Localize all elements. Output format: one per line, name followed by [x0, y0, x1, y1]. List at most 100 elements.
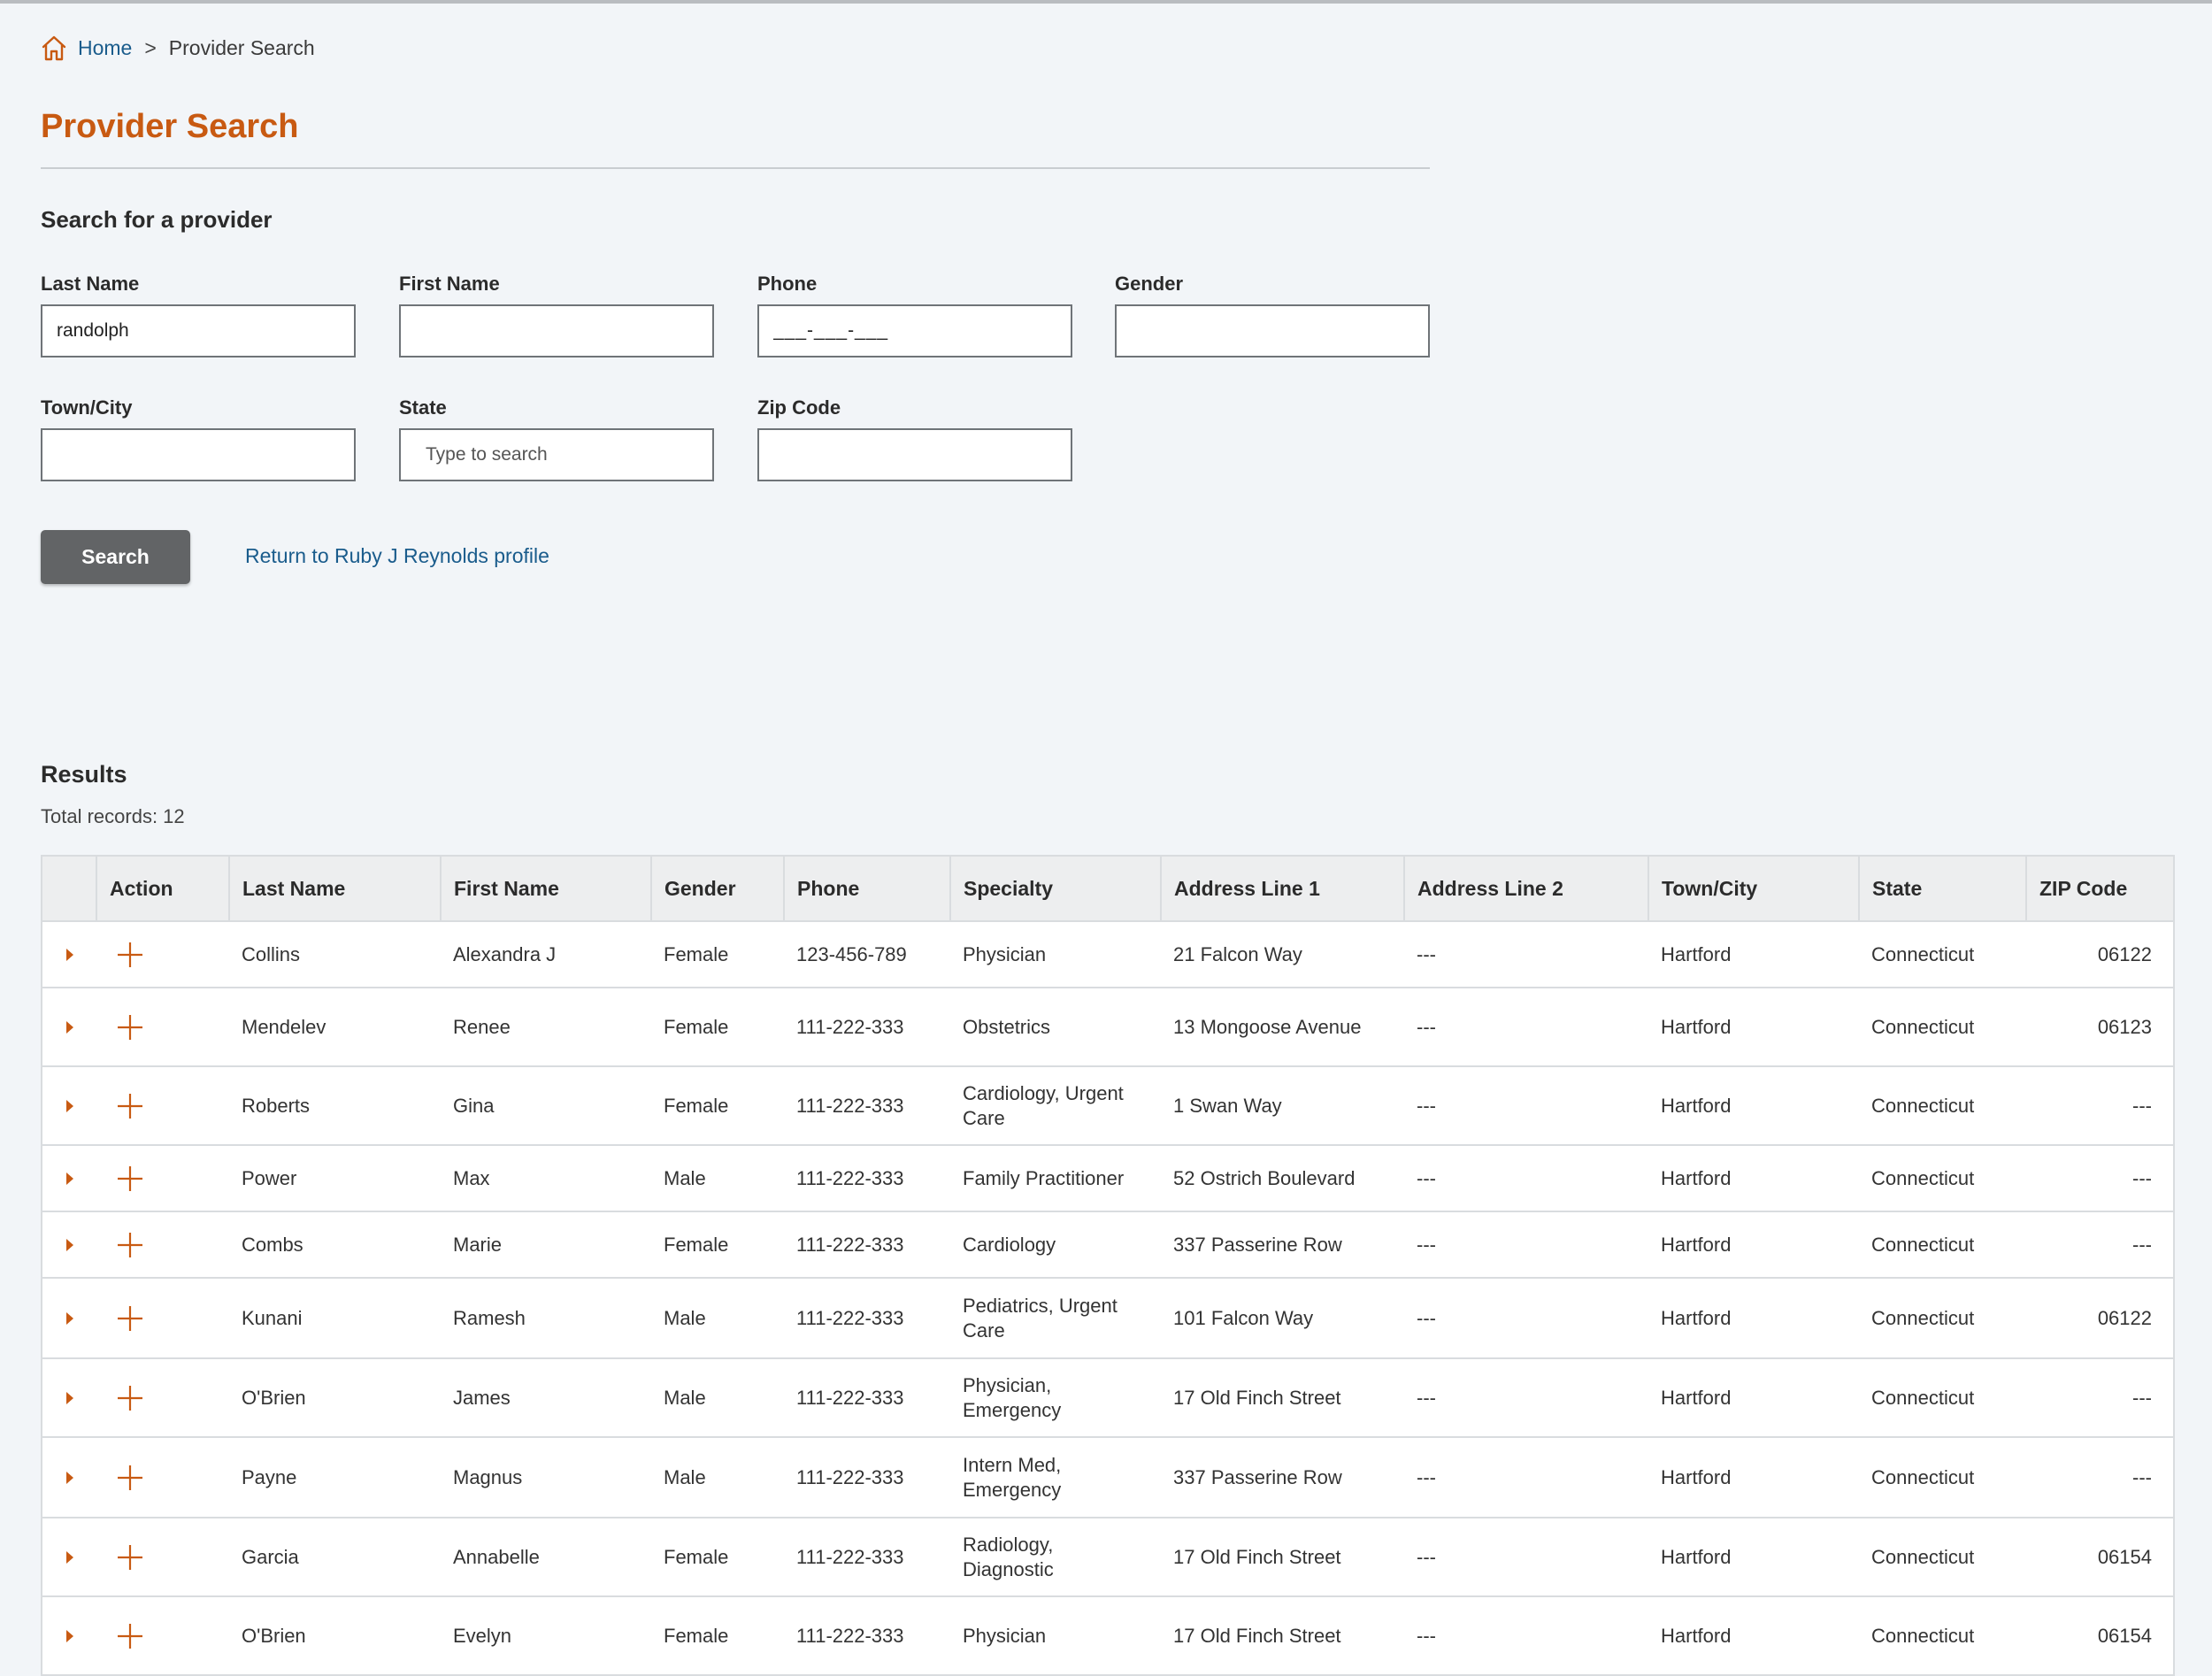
column-header-address-line-1[interactable]: Address Line 1 — [1160, 855, 1405, 922]
cell-last-name: Payne — [229, 1436, 441, 1518]
cell-zip-code: 06122 — [2026, 920, 2175, 988]
cell-town-city: Hartford — [1648, 987, 1859, 1067]
expand-cell[interactable] — [41, 920, 96, 988]
column-header-phone[interactable]: Phone — [783, 855, 951, 922]
cell-specialty: Intern Med, Emergency — [950, 1436, 1161, 1518]
cell-phone: 111-222-333 — [784, 1144, 950, 1212]
chevron-right-icon[interactable] — [65, 948, 73, 961]
breadcrumb-home-link[interactable]: Home — [78, 36, 132, 60]
gender-input[interactable] — [1115, 304, 1430, 357]
chevron-right-icon[interactable] — [65, 1471, 73, 1484]
phone-label: Phone — [757, 273, 818, 295]
chevron-right-icon[interactable] — [65, 1238, 73, 1251]
table-row: Combs Marie Female 111-222-333 Cardiology 337… — [41, 1211, 2175, 1279]
cell-last-name: Power — [229, 1144, 441, 1212]
cell-state: Connecticut — [1859, 1277, 2026, 1359]
column-header-gender[interactable]: Gender — [650, 855, 785, 922]
expand-cell[interactable] — [41, 1357, 96, 1438]
plus-icon[interactable] — [116, 1543, 144, 1572]
plus-icon[interactable] — [116, 1165, 144, 1193]
cell-first-name: Marie — [441, 1211, 651, 1279]
action-cell — [96, 1517, 229, 1597]
last-name-input[interactable] — [41, 304, 356, 357]
cell-address-line-2: --- — [1404, 1595, 1648, 1676]
phone-input[interactable] — [757, 304, 1072, 357]
expand-cell[interactable] — [41, 1595, 96, 1676]
column-header-state[interactable]: State — [1858, 855, 2027, 922]
expand-cell[interactable] — [41, 1065, 96, 1146]
cell-gender: Male — [651, 1357, 784, 1438]
chevron-right-icon[interactable] — [65, 1099, 73, 1112]
plus-icon[interactable] — [116, 1304, 144, 1333]
expand-cell[interactable] — [41, 1277, 96, 1359]
cell-specialty: Obstetrics — [950, 987, 1161, 1067]
column-header-last-name[interactable]: Last Name — [228, 855, 442, 922]
column-header-specialty[interactable]: Specialty — [949, 855, 1162, 922]
cell-phone: 111-222-333 — [784, 1211, 950, 1279]
plus-icon[interactable] — [116, 1622, 144, 1650]
plus-icon[interactable] — [116, 1464, 144, 1492]
home-icon[interactable] — [41, 34, 67, 62]
action-cell — [96, 1065, 229, 1146]
cell-specialty: Pediatrics, Urgent Care — [950, 1277, 1161, 1359]
plus-icon[interactable] — [116, 1384, 144, 1412]
cell-last-name: O'Brien — [229, 1357, 441, 1438]
chevron-right-icon[interactable] — [65, 1311, 73, 1325]
cell-gender: Female — [651, 1211, 784, 1279]
cell-address-line-1: 17 Old Finch Street — [1161, 1595, 1404, 1676]
action-cell — [96, 920, 229, 988]
cell-address-line-2: --- — [1404, 1144, 1648, 1212]
cell-address-line-1: 337 Passerine Row — [1161, 1436, 1404, 1518]
zip-code-input[interactable] — [757, 428, 1072, 481]
first-name-label: First Name — [399, 273, 500, 295]
cell-zip-code: 06154 — [2026, 1595, 2175, 1676]
chevron-right-icon[interactable] — [65, 1020, 73, 1034]
action-cell — [96, 1595, 229, 1676]
expand-cell[interactable] — [41, 1211, 96, 1279]
plus-icon[interactable] — [116, 1092, 144, 1120]
results-heading: Results — [41, 761, 127, 788]
expand-cell[interactable] — [41, 1436, 96, 1518]
state-input[interactable] — [399, 428, 714, 481]
chevron-right-icon[interactable] — [65, 1629, 73, 1642]
breadcrumb-current: Provider Search — [168, 35, 315, 59]
cell-state: Connecticut — [1859, 1517, 2026, 1597]
action-cell — [96, 1277, 229, 1359]
town-city-input[interactable] — [41, 428, 356, 481]
search-button[interactable]: Search — [41, 530, 190, 584]
cell-address-line-1: 17 Old Finch Street — [1161, 1517, 1404, 1597]
breadcrumb-separator: > — [144, 35, 157, 59]
cell-last-name: Garcia — [229, 1517, 441, 1597]
cell-zip-code: --- — [2026, 1211, 2175, 1279]
cell-state: Connecticut — [1859, 1357, 2026, 1438]
column-header-first-name[interactable]: First Name — [440, 855, 652, 922]
chevron-right-icon[interactable] — [65, 1550, 73, 1564]
table-row: Garcia Annabelle Female 111-222-333 Radiolog… — [41, 1517, 2175, 1597]
column-header-zip-code[interactable]: ZIP Code — [2025, 855, 2175, 922]
plus-icon[interactable] — [116, 941, 144, 969]
return-to-profile-link[interactable]: Return to Ruby J Reynolds profile — [245, 544, 549, 568]
expand-cell[interactable] — [41, 1517, 96, 1597]
breadcrumb: Home > Provider Search — [41, 30, 315, 65]
column-header-town-city[interactable]: Town/City — [1647, 855, 1860, 922]
table-row: O'Brien Evelyn Female 111-222-333 Physician 1… — [41, 1595, 2175, 1676]
chevron-right-icon[interactable] — [65, 1391, 73, 1404]
first-name-input[interactable] — [399, 304, 714, 357]
plus-icon[interactable] — [116, 1013, 144, 1042]
cell-specialty: Cardiology, Urgent Care — [950, 1065, 1161, 1146]
cell-zip-code: --- — [2026, 1144, 2175, 1212]
action-cell — [96, 1436, 229, 1518]
cell-address-line-2: --- — [1404, 987, 1648, 1067]
cell-gender: Male — [651, 1277, 784, 1359]
action-cell — [96, 1357, 229, 1438]
expand-cell[interactable] — [41, 1144, 96, 1212]
cell-specialty: Radiology, Diagnostic — [950, 1517, 1161, 1597]
cell-gender: Female — [651, 920, 784, 988]
cell-phone: 111-222-333 — [784, 1595, 950, 1676]
cell-state: Connecticut — [1859, 1065, 2026, 1146]
plus-icon[interactable] — [116, 1231, 144, 1259]
column-header-address-line-2[interactable]: Address Line 2 — [1403, 855, 1649, 922]
chevron-right-icon[interactable] — [65, 1172, 73, 1185]
cell-address-line-1: 17 Old Finch Street — [1161, 1357, 1404, 1438]
expand-cell[interactable] — [41, 987, 96, 1067]
